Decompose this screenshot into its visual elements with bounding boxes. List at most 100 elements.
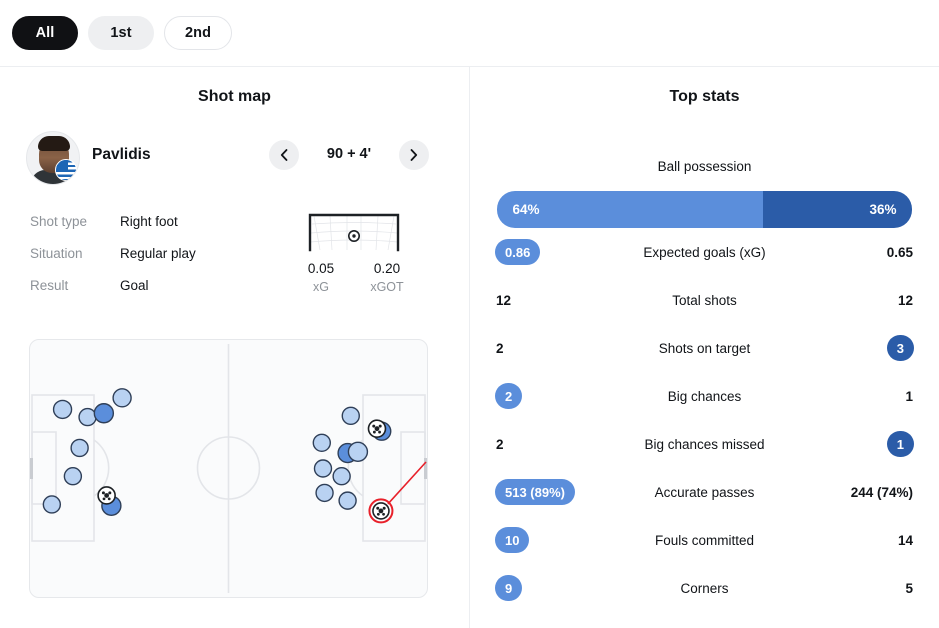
stat-away-value: 1: [804, 431, 914, 457]
shot-dot[interactable]: [341, 406, 360, 426]
stat-home-value: 10: [495, 527, 605, 553]
shot-trajectory-line: [387, 461, 427, 505]
stat-label: Corners: [680, 580, 729, 596]
tab-all-label: All: [35, 25, 55, 41]
detail-value: Regular play: [120, 245, 196, 261]
tab-first-half[interactable]: 1st: [88, 16, 154, 50]
shot-dot[interactable]: [312, 433, 331, 453]
shot-map-pitch[interactable]: [28, 339, 429, 598]
shot-dot[interactable]: [338, 491, 357, 510]
xgot-metric: 0.20 xGOT: [366, 261, 408, 294]
tab-second-half[interactable]: 2nd: [164, 16, 233, 50]
possession-bar: 64% 36%: [496, 191, 913, 228]
pitch-lines: [31, 344, 426, 593]
shot-dot[interactable]: [315, 483, 334, 503]
shot-dot[interactable]: [63, 467, 83, 486]
tab-all[interactable]: All: [12, 16, 78, 50]
stat-away-value: 0.65: [804, 245, 914, 260]
stat-home-value: 2: [495, 383, 605, 409]
detail-row: Shot type Right foot: [0, 205, 290, 237]
stat-home-value: 2: [495, 341, 605, 356]
xg-metric: 0.05 xG: [300, 261, 342, 294]
shot-dot[interactable]: [313, 459, 333, 478]
stat-label: Accurate passes: [654, 484, 755, 500]
shot-dot[interactable]: [93, 403, 115, 424]
shot-dot[interactable]: [42, 495, 62, 514]
stat-highlight-chip: 1: [886, 431, 914, 457]
player-header: Pavlidis 90 + 4': [0, 129, 469, 191]
shot-map-title: Shot map: [198, 88, 271, 105]
detail-value: Goal: [120, 277, 149, 293]
stat-label: Expected goals (xG): [643, 244, 766, 260]
stat-label: Big chances: [667, 388, 742, 404]
stat-plain-value: 14: [897, 532, 913, 548]
stat-row: 2 Shots on target 3: [495, 324, 914, 372]
left-goal-icon: [28, 458, 33, 479]
goal-ball-marker[interactable]: [97, 486, 116, 505]
stat-label: Total shots: [672, 292, 737, 308]
goal-frame-icon: [304, 210, 404, 252]
xg-label: xG: [313, 280, 329, 294]
stat-plain-value: 1: [905, 388, 913, 404]
detail-row: Result Goal: [0, 269, 290, 301]
shot-dot[interactable]: [78, 407, 97, 427]
xgot-value: 0.20: [373, 261, 401, 276]
stat-plain-value: 244 (74%): [850, 484, 913, 500]
stat-label: Big chances missed: [644, 436, 765, 452]
shot-dot[interactable]: [112, 388, 132, 408]
detail-value: Right foot: [120, 213, 178, 229]
stat-highlight-chip: 9: [495, 575, 523, 601]
detail-label: Situation: [30, 245, 83, 261]
goal-ball-marker[interactable]: [367, 419, 387, 438]
prev-shot-button[interactable]: [269, 140, 299, 170]
shot-dot[interactable]: [52, 399, 73, 420]
stat-label: Shots on target: [658, 340, 751, 356]
selected-goal-marker[interactable]: [368, 498, 394, 524]
stat-highlight-chip: 513 (89%): [495, 479, 575, 505]
right-goal-icon: [424, 458, 429, 479]
possession-label: Ball possession: [657, 159, 752, 174]
shot-details-list: Shot type Right foot Situation Regular p…: [0, 205, 290, 301]
stat-away-value: 1: [804, 389, 914, 404]
stat-label: Fouls committed: [654, 532, 755, 548]
top-stats-panel: Top stats Ball possession 64% 36% 0.86 Ex…: [470, 67, 939, 628]
stat-rows-list: 0.86 Expected goals (xG) 0.65 12 Total shots…: [470, 228, 939, 612]
stat-plain-value: 5: [905, 580, 913, 596]
xg-value: 0.05: [307, 261, 335, 276]
chevron-left-icon: [280, 149, 288, 161]
stat-home-value: 0.86: [495, 239, 605, 265]
stat-row: 12 Total shots 12: [495, 276, 914, 324]
detail-row: Situation Regular play: [0, 237, 290, 269]
shot-dot[interactable]: [332, 467, 351, 486]
top-stats-title: Top stats: [669, 88, 740, 105]
stat-plain-value: 12: [897, 292, 913, 308]
xg-metrics: 0.05 xG 0.20 xGOT: [294, 261, 414, 294]
shot-map-stats-screen: All 1st 2nd Shot map Pavlidis 90 + 4' Sh…: [0, 0, 939, 628]
stat-highlight-chip: 10: [495, 527, 530, 553]
shot-dots-layer: [42, 388, 427, 524]
period-tabbar: All 1st 2nd: [0, 0, 939, 67]
xgot-label: xGOT: [370, 280, 404, 294]
next-shot-button[interactable]: [399, 140, 429, 170]
stat-home-value: 513 (89%): [495, 479, 605, 505]
tab-second-half-label: 2nd: [185, 25, 212, 41]
shot-dot[interactable]: [70, 438, 89, 458]
shot-minute: 90 + 4': [326, 146, 372, 162]
stat-plain-value: 2: [496, 340, 504, 356]
stat-row: 9 Corners 5: [495, 564, 914, 612]
shot-dot[interactable]: [347, 441, 369, 462]
stat-home-value: 9: [495, 575, 605, 601]
pitch-svg: [28, 344, 429, 593]
goal-mouth-widget: 0.05 xG 0.20 xGOT: [294, 205, 414, 294]
stat-away-value: 244 (74%): [804, 485, 914, 500]
stat-highlight-chip: 2: [495, 383, 523, 409]
stat-home-value: 2: [495, 437, 605, 452]
detail-label: Shot type: [30, 213, 88, 229]
stat-home-value: 12: [495, 293, 605, 308]
possession-away-segment: 36%: [762, 191, 913, 228]
greece-flag-icon: [55, 159, 77, 181]
possession-home-value: 64%: [512, 202, 540, 217]
stat-away-value: 5: [804, 581, 914, 596]
possession-away-value: 36%: [869, 202, 897, 217]
stat-highlight-chip: 3: [886, 335, 914, 361]
